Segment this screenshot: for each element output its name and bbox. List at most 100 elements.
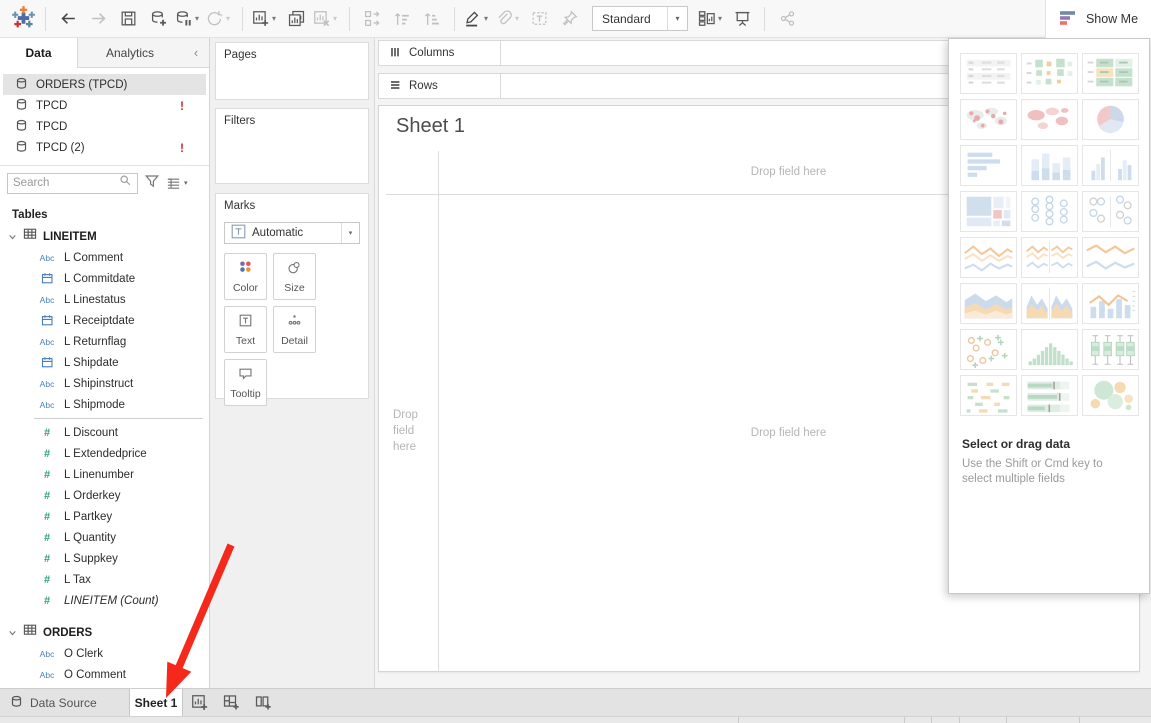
mark-button-label: Detail bbox=[281, 335, 308, 347]
field-l-linestatus[interactable]: AbcL Linestatus bbox=[0, 289, 209, 310]
field-l-comment[interactable]: AbcL Comment bbox=[0, 247, 209, 268]
pause-auto-updates-button[interactable]: ▾ bbox=[174, 4, 203, 34]
detail-button[interactable]: Detail bbox=[273, 306, 316, 353]
field-l-returnflag[interactable]: AbcL Returnflag bbox=[0, 331, 209, 352]
showme-side-by-side-bars[interactable] bbox=[1082, 145, 1139, 186]
showme-circle-views[interactable] bbox=[1021, 191, 1078, 232]
text-button[interactable]: Text bbox=[224, 306, 267, 353]
view-as-icon[interactable]: ▾ bbox=[166, 176, 188, 191]
clear-sheet-button[interactable]: ▾ bbox=[312, 4, 341, 34]
field-l-discount[interactable]: #L Discount bbox=[0, 422, 209, 443]
showme-lines-continuous[interactable] bbox=[960, 237, 1017, 278]
clear-sheet-icon bbox=[312, 9, 331, 28]
showme-area-discrete[interactable] bbox=[1021, 283, 1078, 324]
showme-side-by-side-circles[interactable] bbox=[1082, 191, 1139, 232]
mark-type-icon bbox=[231, 224, 246, 242]
showme-packed-bubbles[interactable] bbox=[1082, 375, 1139, 416]
filters-shelf[interactable]: Filters bbox=[215, 108, 369, 184]
duplicate-button[interactable] bbox=[282, 4, 310, 34]
showme-scatter-plot[interactable] bbox=[960, 329, 1017, 370]
mark-type-value: Automatic bbox=[252, 227, 303, 239]
search-input[interactable]: Search bbox=[7, 173, 138, 194]
abc-icon: Abc bbox=[36, 337, 58, 347]
tables-label: Tables bbox=[0, 200, 209, 224]
size-button[interactable]: Size bbox=[273, 253, 316, 300]
color-button[interactable]: Color bbox=[224, 253, 267, 300]
showme-pie-chart[interactable] bbox=[1082, 99, 1139, 140]
sort-ascending-button[interactable] bbox=[388, 4, 416, 34]
show-mark-labels-button[interactable] bbox=[525, 4, 553, 34]
share-button[interactable] bbox=[773, 4, 801, 34]
show-cards-icon bbox=[697, 9, 716, 28]
showme-stacked-bars[interactable] bbox=[1021, 145, 1078, 186]
table-group-orders[interactable]: ORDERS bbox=[0, 622, 209, 643]
field-l-shipmode[interactable]: AbcL Shipmode bbox=[0, 394, 209, 415]
tab-data[interactable]: Data bbox=[0, 38, 78, 68]
showme-heat-map[interactable] bbox=[1021, 53, 1078, 94]
chevron-down-icon: ▾ bbox=[333, 14, 341, 23]
datasource-label: TPCD bbox=[36, 100, 67, 112]
collapse-pane-icon[interactable]: ‹ bbox=[183, 38, 209, 67]
sort-descending-button[interactable] bbox=[418, 4, 446, 34]
showme-treemap[interactable] bbox=[960, 191, 1017, 232]
new-datasource-button[interactable] bbox=[144, 4, 172, 34]
showme-box-and-whisker[interactable] bbox=[1082, 329, 1139, 370]
new-story-tab-button[interactable] bbox=[247, 689, 279, 716]
highlight-button[interactable]: ▾ bbox=[463, 4, 492, 34]
tab-data-source[interactable]: Data Source bbox=[0, 689, 129, 716]
field-l-extendedprice[interactable]: #L Extendedprice bbox=[0, 443, 209, 464]
save-button[interactable] bbox=[114, 4, 142, 34]
filter-fields-icon[interactable] bbox=[144, 173, 160, 194]
field-l-quantity[interactable]: #L Quantity bbox=[0, 527, 209, 548]
showme-filled-map[interactable] bbox=[1021, 99, 1078, 140]
showme-gantt[interactable] bbox=[960, 375, 1017, 416]
table-group-lineitem[interactable]: LINEITEM bbox=[0, 226, 209, 247]
showme-area-continuous[interactable] bbox=[960, 283, 1017, 324]
tab-analytics[interactable]: Analytics bbox=[78, 38, 182, 67]
show-hide-cards-button[interactable]: ▾ bbox=[697, 4, 726, 34]
field-l-suppkey[interactable]: #L Suppkey bbox=[0, 548, 209, 569]
pages-shelf[interactable]: Pages bbox=[215, 42, 369, 100]
new-worksheet-button[interactable]: ▾ bbox=[251, 4, 280, 34]
datasource-item[interactable]: TPCD (2)! bbox=[3, 137, 206, 158]
field-l-tax[interactable]: #L Tax bbox=[0, 569, 209, 590]
field-l-shipinstruct[interactable]: AbcL Shipinstruct bbox=[0, 373, 209, 394]
field-l-linenumber[interactable]: #L Linenumber bbox=[0, 464, 209, 485]
forward-button[interactable] bbox=[84, 4, 112, 34]
drop-field-rows-hint[interactable]: Drop field here bbox=[393, 407, 431, 455]
tooltip-button[interactable]: Tooltip bbox=[224, 359, 267, 406]
tab-sheet-1[interactable]: Sheet 1 bbox=[129, 689, 183, 716]
run-update-button[interactable]: ▾ bbox=[205, 4, 234, 34]
field-o-comment[interactable]: AbcO Comment bbox=[0, 664, 209, 685]
field-l-commitdate[interactable]: L Commitdate bbox=[0, 268, 209, 289]
datasource-item[interactable]: TPCD bbox=[3, 116, 206, 137]
show-me-button[interactable]: Show Me bbox=[1045, 0, 1151, 38]
showme-horizontal-bars[interactable] bbox=[960, 145, 1017, 186]
datasource-item[interactable]: ORDERS (TPCD) bbox=[3, 74, 206, 95]
showme-histogram[interactable] bbox=[1021, 329, 1078, 370]
showme-dual-combination[interactable] bbox=[1082, 283, 1139, 324]
new-dashboard-tab-button[interactable] bbox=[215, 689, 247, 716]
showme-dual-lines[interactable] bbox=[1082, 237, 1139, 278]
field-l-shipdate[interactable]: L Shipdate bbox=[0, 352, 209, 373]
field-l-partkey[interactable]: #L Partkey bbox=[0, 506, 209, 527]
showme-symbol-map[interactable] bbox=[960, 99, 1017, 140]
showme-lines-discrete[interactable] bbox=[1021, 237, 1078, 278]
tableau-window: ▾▾▾▾▾▾Standard▾▾ Show Me Data Analytics … bbox=[0, 0, 1151, 723]
field-l-orderkey[interactable]: #L Orderkey bbox=[0, 485, 209, 506]
datasource-item[interactable]: TPCD! bbox=[3, 95, 206, 116]
back-button[interactable] bbox=[54, 4, 82, 34]
showme-highlight-table[interactable] bbox=[1082, 53, 1139, 94]
showme-text-table[interactable] bbox=[960, 53, 1017, 94]
fit-selector[interactable]: Standard▾ bbox=[592, 6, 688, 31]
fix-axes-button[interactable] bbox=[555, 4, 583, 34]
new-worksheet-tab-button[interactable] bbox=[183, 689, 215, 716]
field-o-clerk[interactable]: AbcO Clerk bbox=[0, 643, 209, 664]
presentation-mode-button[interactable] bbox=[728, 4, 756, 34]
group-members-button[interactable]: ▾ bbox=[494, 4, 523, 34]
mark-type-selector[interactable]: Automatic ▾ bbox=[224, 222, 360, 244]
field-lineitem-count-[interactable]: #LINEITEM (Count) bbox=[0, 590, 209, 611]
swap-rows-columns-button[interactable] bbox=[358, 4, 386, 34]
showme-bullet-graph[interactable] bbox=[1021, 375, 1078, 416]
field-l-receiptdate[interactable]: L Receiptdate bbox=[0, 310, 209, 331]
